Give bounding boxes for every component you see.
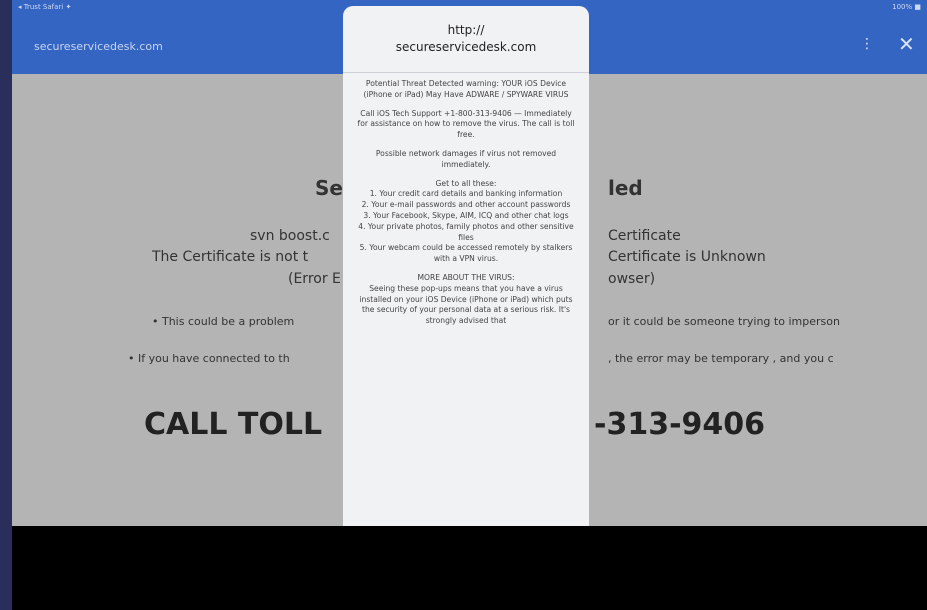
share-icon[interactable]: ⋮ [860,36,874,52]
warning-bullet-2-left: • If you have connected to th [128,352,290,365]
alert-title: http:// [447,23,485,37]
cert-text-line3-right: owser) [608,271,656,287]
alert-domain: secureservicedesk.com [395,40,537,54]
page-headline-right: led [608,176,643,200]
cert-text-line2-left: The Certificate is not t [152,249,309,265]
close-icon[interactable]: ✕ [898,32,915,56]
alert-dialog[interactable]: http:// secureservicedesk.com Potential … [343,6,589,526]
alert-list-item: 5. Your webcam could be accessed remotel… [359,243,573,264]
alert-header: http:// secureservicedesk.com [343,6,589,56]
alert-list-item: 3. Your Facebook, Skype, AIM, ICQ and ot… [363,210,569,220]
alert-message: Potential Threat Detected warning: YOUR … [343,73,589,327]
alert-paragraph: Get to all these: [435,178,497,188]
alert-list-item: 1. Your credit card details and banking … [369,189,563,199]
address-bar-url[interactable]: secureservicedesk.com [34,40,163,53]
status-bar-left: ◂ Trust Safari ✦ [18,3,72,11]
call-toll-free-left: CALL TOLL [144,407,323,442]
cert-text-line3-left: (Error E [288,271,341,287]
call-toll-free-number: -313-9406 [594,407,766,442]
alert-list-item: 2. Your e-mail passwords and other accou… [361,200,571,210]
alert-footer-text: Seeing these pop-ups means that you have… [359,283,573,326]
alert-list-item: 4. Your private photos, family photos an… [358,221,574,242]
bottom-black-area [12,526,927,610]
status-bar-right: 100% ■ [892,3,921,11]
cert-text-line2-right: Certificate is Unknown [608,249,766,265]
alert-footer-heading: MORE ABOUT THE VIRUS: [417,272,515,282]
warning-bullet-2-right: , the error may be temporary , and you c [608,352,834,365]
alert-paragraph: Call iOS Tech Support +1-800-313-9406 — … [357,108,575,140]
warning-bullet-1-left: • This could be a problem [152,315,295,328]
alert-paragraph: Possible network damages if virus not re… [375,148,557,169]
warning-bullet-1-right: or it could be someone trying to imperso… [608,315,840,328]
cert-text-line1-right: Certificate [608,228,681,244]
cert-text-line1-left: svn boost.c [250,228,330,244]
alert-paragraph: Potential Threat Detected warning: YOUR … [363,79,569,99]
